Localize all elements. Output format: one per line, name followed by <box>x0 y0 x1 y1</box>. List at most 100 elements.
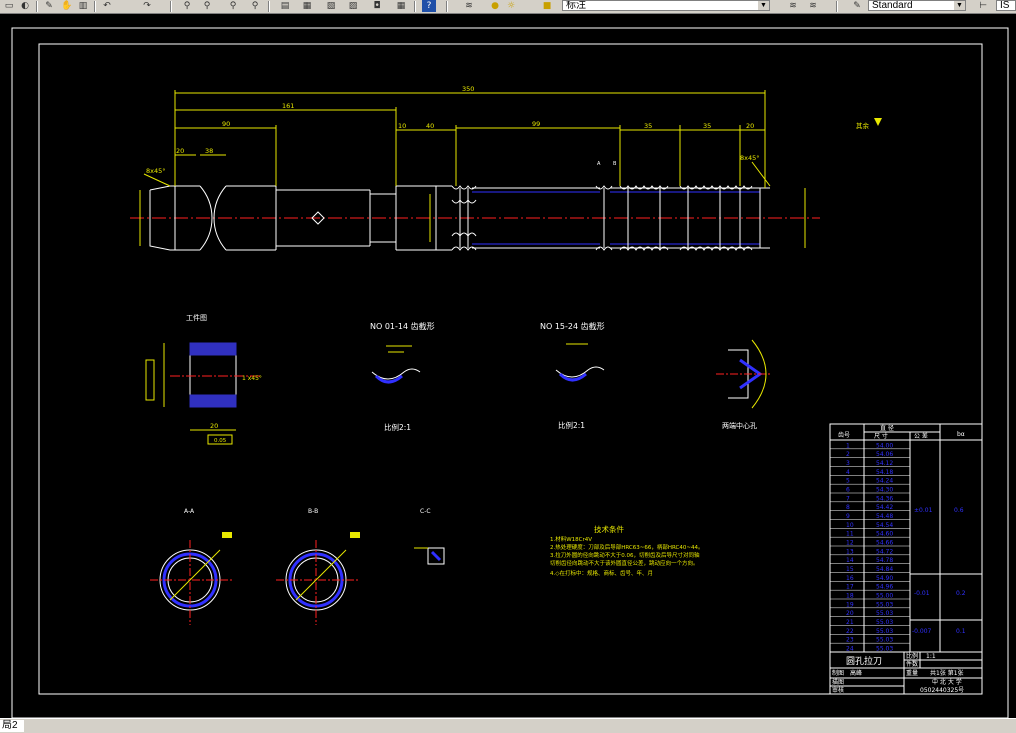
title-school: 中 北 大 学 <box>932 678 962 686</box>
layer-on-icon[interactable]: ● <box>488 0 502 12</box>
table-row-diameter: 54.18 <box>876 469 893 476</box>
redo-icon[interactable]: ↷ <box>140 0 154 12</box>
table-row-diameter: 54.72 <box>876 548 893 555</box>
center-hole-label: 两端中心孔 <box>722 421 757 430</box>
title-weight-label: 重量 <box>906 669 918 677</box>
tooth-table-rows: 1 54.00 2 54.06 3 54.12 4 54.18 5 54.24 6 54.30 7 54.… <box>830 442 910 653</box>
table-row-diameter: 54.66 <box>876 540 893 547</box>
dim-10: 10 <box>398 122 406 130</box>
roughness-label: 其余 <box>856 121 870 130</box>
pan-icon[interactable]: ✋ <box>60 0 74 12</box>
table-row-diameter: 54.96 <box>876 584 893 591</box>
layer-freeze-icon[interactable]: ☼ <box>504 0 518 12</box>
tech-line-4: 切削齿径向跳动不大于该外圆直径公差，跳动应向一个方向。 <box>550 559 699 567</box>
table-header-b: bα <box>957 431 965 438</box>
table-row-diameter: 55.00 <box>876 593 893 600</box>
layer-manager-icon[interactable]: ≋ <box>462 0 476 12</box>
zoom-realtime-icon[interactable]: ⚲ <box>180 0 194 12</box>
dim-35a: 35 <box>644 122 652 130</box>
svg-text:B: B <box>613 161 617 167</box>
table-row-tooth-no: 17 <box>846 584 854 591</box>
tech-line-5: 4.◇在打标中：规格、商标、齿号、年、月 <box>550 569 653 577</box>
dim-40: 40 <box>426 122 434 130</box>
layer-states-icon[interactable]: ≋ <box>806 0 820 12</box>
table-tol-1: ±0.01 <box>914 507 933 514</box>
table-header-dia: 直 径 <box>880 424 894 432</box>
tooth-table <box>829 423 983 653</box>
layout-tab[interactable]: 局2 <box>0 720 24 732</box>
layer-color-icon[interactable]: ■ <box>540 0 554 12</box>
grip-icon[interactable]: ▥ <box>76 0 90 12</box>
table-row-tooth-no: 14 <box>846 557 854 564</box>
dim-style-combo-value: IS <box>1000 0 1010 11</box>
tooth-a-scale: 比例2:1 <box>384 422 411 432</box>
table-row-tooth-no: 23 <box>846 637 854 644</box>
new-icon[interactable]: ▭ <box>2 0 16 12</box>
layer-previous-icon[interactable]: ≋ <box>786 0 800 12</box>
chevron-down-icon[interactable]: ▼ <box>758 1 769 10</box>
section-cc: C-C <box>414 508 445 565</box>
tool-palette-icon[interactable]: ▧ <box>324 0 338 12</box>
broach-main-view: 350 161 90 20 38 10 40 99 35 35 20 8x45°… <box>130 85 882 251</box>
title-qty-label: 件数 <box>906 660 918 668</box>
chevron-down-icon[interactable]: ▼ <box>954 1 965 10</box>
tooth-b-scale: 比例2:1 <box>558 420 585 430</box>
design-center-icon[interactable]: ▦ <box>300 0 314 12</box>
table-row-diameter: 54.48 <box>876 513 893 520</box>
table-row-tooth-no: 22 <box>846 628 854 635</box>
toolbar: ▭ ◐ ✎ ✋ ▥ ↶ ↷ ⚲ ⚲ ⚲ ⚲ ▤ ▦ ▧ ▨ ◘ ▦ ? ≋ ● … <box>0 0 1016 14</box>
table-row-diameter: 54.60 <box>876 531 893 538</box>
sheet-set-icon[interactable]: ▨ <box>346 0 360 12</box>
model-canvas[interactable]: 350 161 90 20 38 10 40 99 35 35 20 8x45°… <box>0 14 1016 719</box>
toolbar-separator <box>170 1 172 12</box>
text-style-icon[interactable]: ✎ <box>850 0 864 12</box>
text-style-combo[interactable]: Standard ▼ <box>868 0 966 11</box>
table-b-1: 0.6 <box>954 507 964 514</box>
title-scale-value: 1:1 <box>926 653 936 660</box>
table-row-diameter: 54.00 <box>876 442 893 449</box>
brush-icon[interactable]: ✎ <box>42 0 56 12</box>
toolbar-separator <box>836 1 838 12</box>
zoom-extents-icon[interactable]: ⚲ <box>248 0 262 12</box>
chamfer-left: 8x45° <box>146 167 166 175</box>
title-drawn-label: 制图 <box>832 669 844 677</box>
open-icon[interactable]: ◐ <box>18 0 32 12</box>
dim-20b: 20 <box>746 122 754 130</box>
dim-style-icon[interactable]: ⊢ <box>976 0 990 12</box>
layer-combo[interactable]: 标注 ▼ <box>562 0 770 11</box>
properties-icon[interactable]: ▤ <box>278 0 292 12</box>
table-row-tooth-no: 12 <box>846 540 854 547</box>
title-scale-label: 比例 <box>906 652 918 660</box>
zoom-window-icon[interactable]: ⚲ <box>200 0 214 12</box>
calculator-icon[interactable]: ▦ <box>394 0 408 12</box>
toolbar-separator <box>446 1 448 12</box>
markup-icon[interactable]: ◘ <box>370 0 384 12</box>
dim-161: 161 <box>282 102 294 110</box>
table-row-tooth-no: 10 <box>846 522 854 529</box>
paper-edge <box>11 27 1009 719</box>
zoom-previous-icon[interactable]: ⚲ <box>226 0 240 12</box>
table-row-tooth-no: 13 <box>846 548 854 555</box>
undo-icon[interactable]: ↶ <box>100 0 114 12</box>
workpiece-tolerance: 0.05 <box>214 438 227 444</box>
dim-90: 90 <box>222 120 230 128</box>
table-row-tooth-no: 8 <box>846 504 850 511</box>
help-icon[interactable]: ? <box>422 0 436 12</box>
toolbar-separator <box>36 1 38 12</box>
tooth-profile-a: NO 01-14 齿截形 比例2:1 <box>370 321 435 432</box>
table-row-tooth-no: 2 <box>846 451 850 458</box>
chamfer-right: 8x45° <box>740 154 760 162</box>
tooth-a-title: NO 01-14 齿截形 <box>370 321 435 331</box>
table-b-3: 0.1 <box>956 628 966 635</box>
workpiece-dim-20: 20 <box>210 422 218 430</box>
dim-style-combo[interactable]: IS <box>996 0 1016 11</box>
table-row-diameter: 54.90 <box>876 575 893 582</box>
table-row-tooth-no: 21 <box>846 619 854 626</box>
section-aa-label: A-A <box>184 508 195 515</box>
table-row-diameter: 54.78 <box>876 557 893 564</box>
table-row-diameter: 55.03 <box>876 646 893 653</box>
table-row-diameter: 54.84 <box>876 566 893 573</box>
table-row-diameter: 55.03 <box>876 637 893 644</box>
toolbar-separator <box>414 1 416 12</box>
tech-title: 技术条件 <box>594 524 624 534</box>
